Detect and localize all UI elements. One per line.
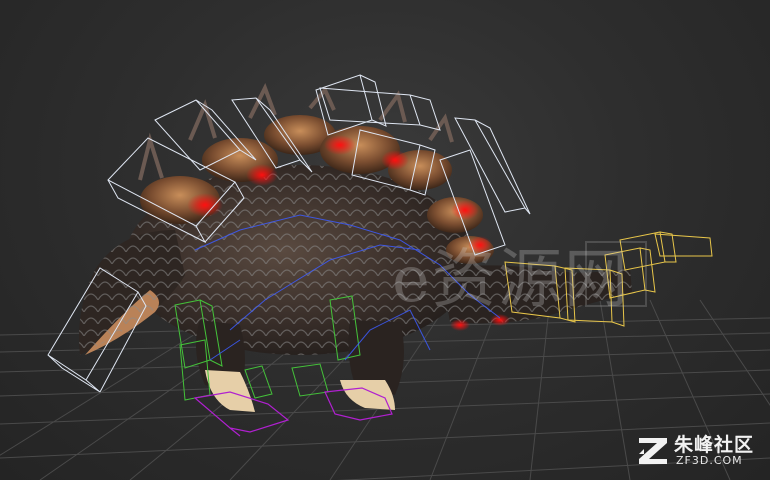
brand-badge: 朱峰社区 ZF3D.COM: [636, 430, 760, 470]
scene-canvas[interactable]: [0, 0, 770, 480]
3d-viewport[interactable]: e资源网 朱峰社区 ZF3D.COM: [0, 0, 770, 480]
brand-name: 朱峰社区: [674, 434, 755, 456]
creature-model[interactable]: [79, 82, 632, 412]
zf-logo-icon: [639, 438, 667, 464]
head-scales: [79, 230, 185, 355]
brand-url: ZF3D.COM: [676, 454, 743, 467]
rear-leg: [340, 320, 404, 410]
